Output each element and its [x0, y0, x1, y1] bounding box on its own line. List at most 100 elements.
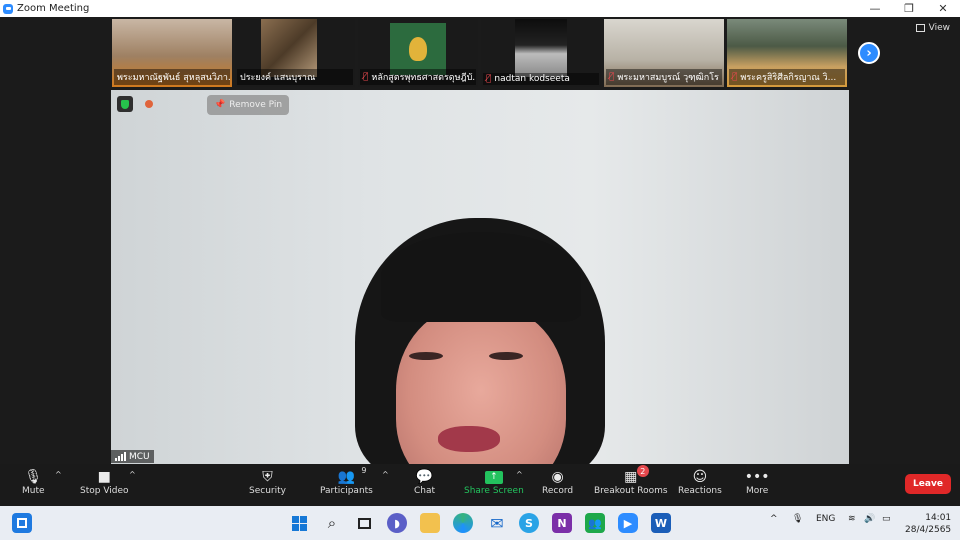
- participants-button[interactable]: 👥 9 Participants: [320, 466, 373, 496]
- mic-muted-icon: 🎙̸: [486, 74, 492, 84]
- speaker-name: MCU: [129, 451, 150, 462]
- gallery-strip: พระมหาณัฐพันธ์ สุหลุสนวิภา... ประยงค์ แส…: [112, 19, 847, 87]
- participant-video: [390, 23, 446, 75]
- clock-date: 28/4/2565: [905, 525, 952, 535]
- chat-app-icon[interactable]: ◗: [387, 513, 407, 533]
- participant-tile[interactable]: 🎙̸ หลักสูตรพุทธศาสตรดุษฎีบั...: [358, 19, 478, 87]
- reactions-label: Reactions: [678, 486, 722, 496]
- chat-bubble-icon: 💬: [415, 469, 434, 485]
- tray-microphone-icon[interactable]: 🎙: [792, 514, 803, 524]
- skype-icon[interactable]: S: [519, 513, 539, 533]
- chat-button[interactable]: 💬 Chat: [414, 468, 435, 496]
- participants-options-caret-icon[interactable]: ^: [382, 470, 389, 479]
- participant-tile[interactable]: ประยงค์ แสนบุราณ: [235, 19, 355, 87]
- share-screen-button[interactable]: ↑ Share Screen: [464, 468, 524, 496]
- pinned-speaker-video: [111, 90, 849, 464]
- windows-start-icon[interactable]: [289, 513, 309, 533]
- emblem-icon: [409, 37, 427, 61]
- widgets-icon[interactable]: [12, 513, 32, 533]
- onenote-icon[interactable]: N: [552, 513, 572, 533]
- record-label: Record: [542, 486, 574, 496]
- mute-button[interactable]: 🎙 Mute: [22, 468, 45, 496]
- participants-icon: 👥 9: [337, 466, 367, 485]
- share-options-caret-icon[interactable]: ^: [516, 470, 523, 479]
- gallery-next-button[interactable]: ›: [858, 42, 880, 64]
- grid-view-icon: [915, 24, 925, 32]
- zoom-taskbar-icon[interactable]: ▶: [618, 513, 638, 533]
- speaker-mouth: [438, 426, 500, 452]
- window-title: Zoom Meeting: [17, 3, 90, 14]
- language-indicator[interactable]: ENG: [816, 514, 835, 524]
- speaker-eye: [409, 352, 443, 360]
- participant-tile[interactable]: 🎙̸ nadtan kodseeta: [481, 19, 601, 87]
- security-button[interactable]: ⛨ Security: [249, 468, 286, 496]
- system-clock[interactable]: 14:01 28/4/2565: [905, 512, 951, 536]
- mic-muted-icon: 🎙̸: [363, 72, 369, 82]
- video-options-caret-icon[interactable]: ^: [129, 470, 136, 479]
- minimize-button[interactable]: —: [858, 0, 892, 17]
- view-button[interactable]: View: [915, 23, 950, 33]
- mic-muted-icon: 🎙̸: [609, 72, 615, 82]
- volume-icon[interactable]: 🔊: [864, 514, 875, 524]
- clock-time: 14:01: [925, 513, 952, 523]
- file-explorer-icon[interactable]: [420, 513, 440, 533]
- meeting-toolbar: 🎙 Mute ^ ■ Stop Video ^ ⛨ Security 👥 9 Pa…: [0, 464, 960, 506]
- audio-options-caret-icon[interactable]: ^: [55, 470, 62, 479]
- reactions-button[interactable]: ☺ Reactions: [678, 468, 722, 496]
- mute-label: Mute: [22, 486, 45, 496]
- more-button[interactable]: ••• More: [744, 468, 770, 496]
- zoom-app-icon: [3, 3, 13, 14]
- windows-taskbar: ⌕ ◗ ✉ S N 👥 ▶ W ^ 🎙 ENG ≋ 🔊 ▭ 14:01 28/4…: [0, 506, 960, 540]
- line-meeting-icon[interactable]: 👥: [585, 513, 605, 533]
- participant-name: ประยงค์ แสนบุราณ: [237, 69, 353, 85]
- participants-count: 9: [361, 466, 367, 475]
- video-camera-icon: ■: [97, 469, 111, 485]
- close-button[interactable]: ✕: [926, 0, 960, 17]
- remove-pin-button[interactable]: 📌 Remove Pin: [207, 95, 290, 115]
- participant-tile[interactable]: 🎙̸ พระมหาสมบูรณ์ วุฑฺฒิกโร: [604, 19, 724, 87]
- record-icon: ◉: [551, 469, 564, 485]
- breakout-rooms-button[interactable]: ▦ 2 Breakout Rooms: [594, 465, 668, 496]
- wifi-icon[interactable]: ≋: [848, 514, 856, 524]
- signal-strength-icon: [115, 452, 126, 461]
- shield-icon: ⛨: [262, 469, 273, 485]
- breakout-rooms-label: Breakout Rooms: [594, 486, 668, 496]
- mail-icon[interactable]: ✉: [487, 513, 507, 533]
- leave-button[interactable]: Leave: [905, 474, 951, 494]
- window-titlebar: Zoom Meeting — ❐ ✕: [0, 0, 960, 17]
- share-screen-label: Share Screen: [464, 486, 524, 496]
- speaker-name-label: MCU: [111, 450, 154, 463]
- restore-button[interactable]: ❐: [892, 0, 926, 17]
- participant-name: 🎙̸ หลักสูตรพุทธศาสตรดุษฎีบั...: [360, 69, 476, 85]
- participant-name: 🎙̸ พระครูสิริศีลกิรญาณ วิ...: [729, 69, 845, 85]
- smiley-icon: ☺: [692, 469, 708, 485]
- search-icon[interactable]: ⌕: [322, 513, 342, 533]
- security-shield-icon[interactable]: [117, 96, 133, 112]
- edge-browser-icon[interactable]: [453, 513, 473, 533]
- view-label: View: [928, 23, 950, 33]
- ellipsis-icon: •••: [744, 469, 770, 485]
- record-button[interactable]: ◉ Record: [542, 468, 573, 496]
- participant-name: 🎙̸ พระมหาสมบูรณ์ วุฑฺฒิกโร: [606, 69, 722, 85]
- participants-label: Participants: [320, 486, 373, 496]
- chat-label: Chat: [414, 486, 436, 496]
- participant-name: 🎙̸ nadtan kodseeta: [483, 73, 599, 85]
- speaker-eye: [489, 352, 523, 360]
- task-view-icon[interactable]: [354, 513, 374, 533]
- mic-muted-icon: 🎙̸: [732, 72, 738, 82]
- participant-name: พระมหาณัฐพันธ์ สุหลุสนวิภา...: [114, 69, 230, 85]
- stop-video-label: Stop Video: [80, 486, 129, 496]
- participant-tile[interactable]: พระมหาณัฐพันธ์ สุหลุสนวิภา...: [112, 19, 232, 87]
- participant-tile[interactable]: 🎙̸ พระครูสิริศีลกิรญาณ วิ...: [727, 19, 847, 87]
- word-icon[interactable]: W: [651, 513, 671, 533]
- more-label: More: [746, 486, 769, 496]
- tray-overflow-icon[interactable]: ^: [770, 514, 778, 524]
- remove-pin-label: Remove Pin: [229, 100, 283, 110]
- meeting-stage: พระมหาณัฐพันธ์ สุหลุสนวิภา... ประยงค์ แส…: [0, 17, 960, 464]
- stop-video-button[interactable]: ■ Stop Video: [80, 468, 129, 496]
- battery-icon[interactable]: ▭: [882, 514, 891, 524]
- recording-indicator-icon: [145, 100, 153, 108]
- pin-icon: 📌: [214, 100, 226, 110]
- breakout-badge: 2: [636, 465, 649, 477]
- speaker-bangs: [381, 232, 581, 322]
